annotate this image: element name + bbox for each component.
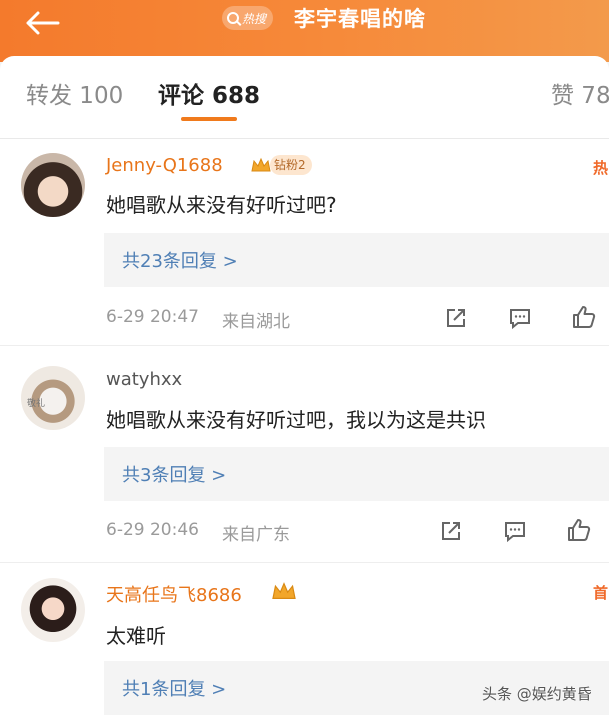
search-icon xyxy=(227,12,239,24)
share-button[interactable] xyxy=(443,305,469,331)
tab-bar: 转发 100 评论 688 赞 78 xyxy=(0,56,609,136)
top-bar: 热搜 李宇春唱的啥 xyxy=(0,0,609,62)
comment-text: 太难听 xyxy=(106,624,166,648)
thumbs-up-icon xyxy=(568,519,591,541)
share-icon xyxy=(447,309,465,327)
divider xyxy=(0,138,609,139)
like-button[interactable] xyxy=(571,304,597,330)
tab-repost[interactable]: 转发 100 xyxy=(26,76,123,110)
comment-time: 6-29 20:46 xyxy=(106,520,199,540)
divider xyxy=(0,345,609,346)
view-replies-link[interactable]: 共1条回复 > xyxy=(122,675,226,701)
share-icon xyxy=(442,522,460,540)
comment-bubble-icon xyxy=(505,522,525,543)
comment-username[interactable]: Jenny-Q1688 xyxy=(106,155,223,176)
comment-text: 她唱歌从来没有好听过吧? xyxy=(106,193,337,217)
comment-username[interactable]: 天高任鸟飞8686 xyxy=(106,581,242,607)
divider xyxy=(0,562,609,563)
avatar-caption: 敬礼 xyxy=(27,399,46,409)
crown-icon xyxy=(272,582,296,599)
tab-comment[interactable]: 评论 688 xyxy=(158,76,260,110)
comment-time: 6-29 20:47 xyxy=(106,307,199,327)
arrow-left-icon xyxy=(26,11,60,35)
share-button[interactable] xyxy=(438,518,464,544)
avatar[interactable] xyxy=(21,578,85,642)
reply-summary-box[interactable]: 共23条回复 > xyxy=(104,233,609,287)
comment-text: 她唱歌从来没有好听过吧，我以为这是共识 xyxy=(106,408,486,432)
watermark: 头条 @娱约黄昏 xyxy=(482,685,592,703)
hot-comment-tag: 热 xyxy=(593,159,609,177)
back-button[interactable] xyxy=(24,8,64,38)
comment-button[interactable] xyxy=(507,305,533,331)
avatar[interactable] xyxy=(21,153,85,217)
crown-icon xyxy=(251,157,271,172)
comment-username[interactable]: watyhxx xyxy=(106,369,182,390)
tab-like[interactable]: 赞 78 xyxy=(551,76,609,110)
view-replies-link[interactable]: 共3条回复 > xyxy=(122,461,226,487)
comment-bubble-icon xyxy=(510,309,530,330)
active-tab-indicator xyxy=(181,117,237,121)
view-replies-link[interactable]: 共23条回复 > xyxy=(122,247,238,273)
hot-search-tag[interactable]: 热搜 xyxy=(222,6,274,30)
hot-tag-label: 热搜 xyxy=(242,11,267,26)
like-button[interactable] xyxy=(566,517,592,543)
top-comment-tag: 首 xyxy=(593,584,609,602)
comment-button[interactable] xyxy=(502,518,528,544)
thumbs-up-icon xyxy=(573,306,596,328)
comment-location: 来自湖北 xyxy=(222,312,290,332)
comment-location: 来自广东 xyxy=(222,525,290,545)
topic-title: 李宇春唱的啥 xyxy=(294,7,426,31)
fan-level-badge: 钻粉2 xyxy=(270,155,312,175)
avatar[interactable]: 敬礼 xyxy=(21,366,85,430)
reply-summary-box[interactable]: 共3条回复 > xyxy=(104,447,609,501)
